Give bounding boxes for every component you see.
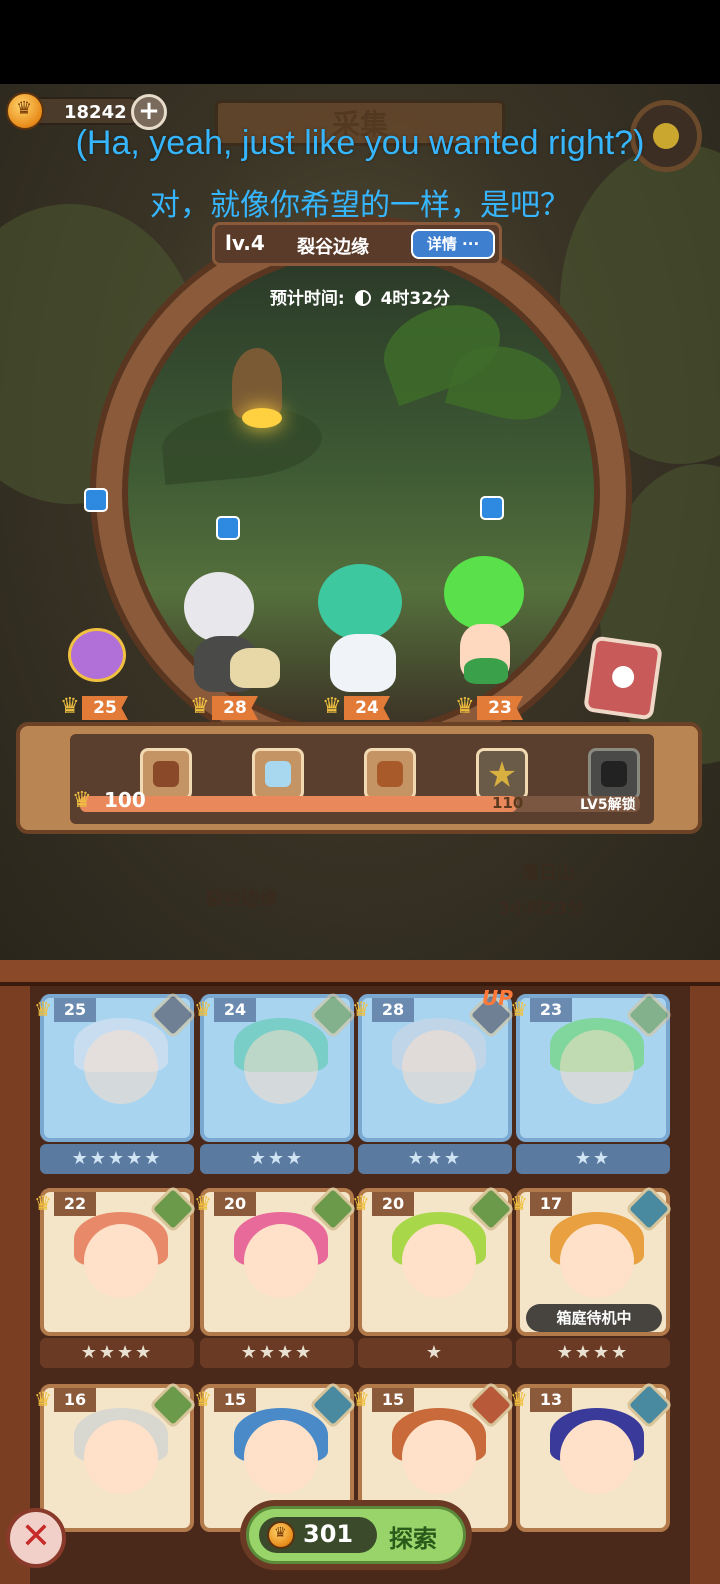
clock-icon [354,290,371,306]
character-card[interactable]: ★★★★ ♛ 17 箱庭待机中 [510,1184,674,1368]
character-card[interactable]: ★★★★ ♛ 22 [34,1184,198,1368]
character-card[interactable]: ★ ♛ 20 [352,1184,516,1368]
locked-icon[interactable] [588,748,640,800]
card-level: ♛ 20 [352,1192,414,1216]
card-level: ♛ 17 [510,1192,572,1216]
character-card[interactable]: ★★★★ ♛ 20 [194,1184,358,1368]
next-area-sign[interactable]: 落日山 [488,852,608,896]
character-card[interactable]: ♛ 13 [510,1380,674,1532]
card-level: ♛ 16 [34,1388,96,1412]
star-rating: ★★ [516,1144,670,1174]
currency-amount: 18242 [64,102,127,123]
resource-marker-icon[interactable] [216,516,240,540]
character-card[interactable]: ★★ ♛ 23 [510,990,674,1174]
character-card[interactable]: ★★★★★ ♛ 25 [34,990,198,1174]
card-level: ♛ 13 [510,1388,572,1412]
subtitle-english: (Ha, yeah, just like you wanted right?) [75,124,645,162]
team-level-tag: ♛ 23 [455,696,525,720]
progress-end: 110 [492,794,524,812]
card-level: ♛ 20 [194,1192,256,1216]
card-level: ♛ 15 [352,1388,414,1412]
star-rating: ★★★ [358,1144,512,1174]
eta-label: 预计时间: [269,289,345,309]
team-level-tag: ♛ 28 [190,696,260,720]
team-level-tag: ♛ 25 [60,696,130,720]
explore-cost-value: 301 [303,1520,354,1548]
location-level: lv.4 [225,231,265,255]
explore-button[interactable]: 301 探索 [240,1500,472,1570]
star-rating: ★★★ [200,1144,354,1174]
character-card[interactable]: ★★★ ♛ 28 [352,990,516,1174]
next-area-time: 3小时23分 [498,899,585,919]
subtitle-chinese: 对，就像你希望的一样，是吧？ [150,188,570,223]
card-level: ♛ 15 [194,1388,256,1412]
card-level: ♛ 23 [510,998,572,1022]
wood-icon[interactable] [364,748,416,800]
team-member-pet[interactable] [64,620,134,690]
card-level: ♛ 25 [34,998,96,1022]
coin-icon [267,1521,295,1549]
resource-marker-icon[interactable] [480,496,504,520]
character-card[interactable]: ♛ 16 [34,1380,198,1532]
resource-marker-icon[interactable] [84,488,108,512]
progress-start: ♛ 100 [72,788,146,813]
crystal-icon[interactable] [252,748,304,800]
up-badge: UP [482,986,513,1010]
star-rating: ★★★★ [200,1338,354,1368]
card-level: ♛ 22 [34,1192,96,1216]
card-level: ♛ 28 [352,998,414,1022]
star-rating: ★★★★ [516,1338,670,1368]
team-member-silver[interactable] [176,572,280,696]
star-icon[interactable] [476,748,528,800]
details-button[interactable]: 详情 ··· [411,229,495,259]
reward-panel [16,722,702,834]
eta-display: 预计时间: 4时32分 [0,284,720,309]
star-rating: ★ [358,1338,512,1368]
status-bar [0,0,720,84]
eta-value: 4时32分 [380,289,451,309]
reward-progress-bar [80,796,640,812]
star-rating: ★★★★★ [40,1144,194,1174]
card-level: ♛ 24 [194,998,256,1022]
team-level-tag: ♛ 24 [322,696,392,720]
location-name: 裂谷边缘 [297,237,369,258]
close-button[interactable]: ✕ [6,1508,66,1568]
location-banner: lv.4 裂谷边缘 详情 ··· [212,222,502,266]
star-rating: ★★★★ [40,1338,194,1368]
unlock-text: LV5解锁 [580,797,636,813]
standby-label: 箱庭待机中 [526,1304,662,1332]
explore-cost: 301 [259,1517,377,1553]
explore-label: 探索 [389,1525,437,1553]
locked-slot-icon[interactable] [583,635,663,721]
current-area-sign[interactable]: 裂谷边缘 [180,878,302,922]
team-member-green-kid[interactable] [430,552,530,696]
character-card[interactable]: ★★★ ♛ 24 [194,990,358,1174]
team-member-green-boy[interactable] [310,560,410,696]
